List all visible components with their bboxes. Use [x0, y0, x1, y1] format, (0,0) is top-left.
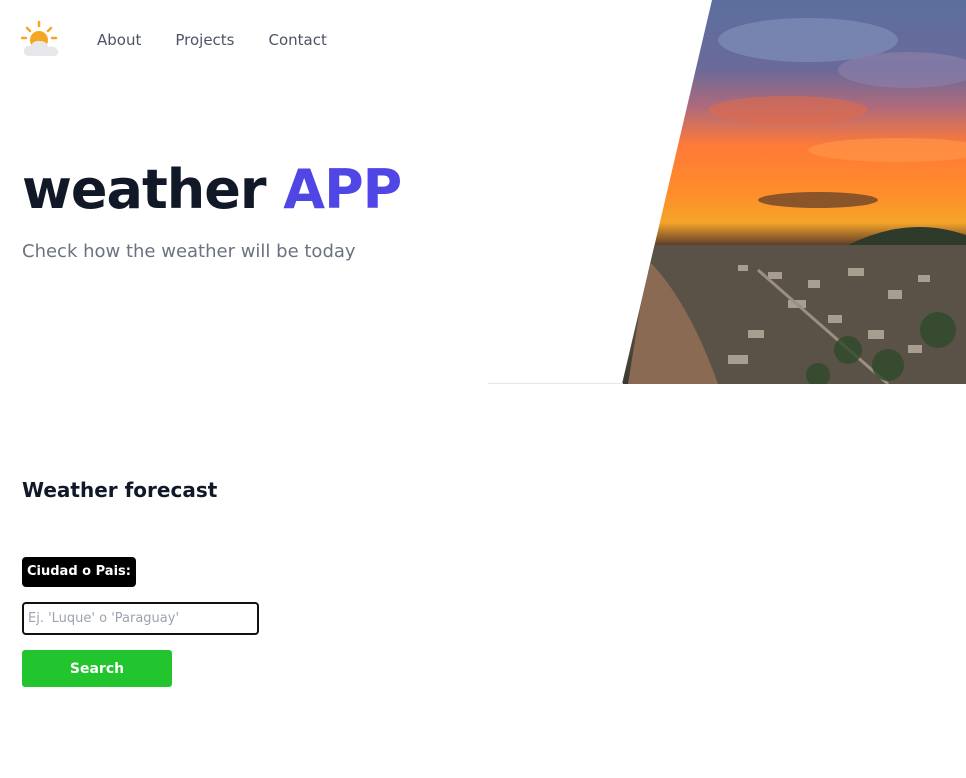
- nav-link-contact[interactable]: Contact: [269, 30, 327, 50]
- city-label: Ciudad o Pais:: [22, 557, 136, 587]
- hero-divider: [488, 383, 623, 384]
- nav-link-projects[interactable]: Projects: [175, 30, 234, 50]
- city-input[interactable]: [22, 602, 259, 635]
- logo-sun-cloud-icon[interactable]: [20, 20, 61, 60]
- hero-title-accent: APP: [283, 158, 402, 221]
- sun-behind-cloud-icon: [20, 20, 59, 56]
- hero-title-main: weather: [22, 158, 266, 221]
- hero-title: weather APP: [22, 158, 402, 222]
- hero-subtitle: Check how the weather will be today: [22, 241, 356, 262]
- forecast-title: Weather forecast: [22, 478, 218, 502]
- main-nav: About Projects Contact: [97, 30, 361, 50]
- page: About Projects Contact weather APP Check…: [0, 0, 966, 778]
- search-button[interactable]: Search: [22, 650, 172, 687]
- nav-link-about[interactable]: About: [97, 30, 141, 50]
- hero-sunset-image: [488, 0, 966, 384]
